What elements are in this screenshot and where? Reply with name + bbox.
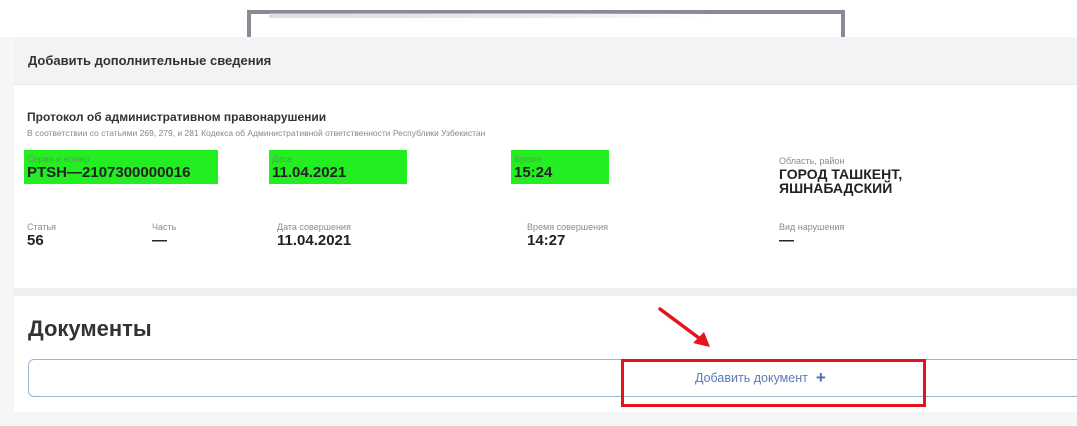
field-article: Статья 56 xyxy=(27,222,56,249)
field-time: Время 15:24 xyxy=(511,150,609,184)
documents-title: Документы xyxy=(28,316,152,341)
background-window-frame xyxy=(247,10,845,38)
bottom-strip xyxy=(0,412,1077,426)
field-value: 11.04.2021 xyxy=(277,232,352,249)
field-value: 56 xyxy=(27,232,44,249)
field-value-line1: ГОРОД ТАШКЕНТ, xyxy=(779,166,903,182)
field-value: 15:24 xyxy=(514,164,553,181)
annotation-arrow-icon xyxy=(658,307,710,347)
field-value: — xyxy=(779,232,794,249)
section-divider xyxy=(14,288,1077,296)
protocol-title: Протокол об административном правонаруше… xyxy=(27,110,327,124)
field-region: Область, район ГОРОД ТАШКЕНТ, ЯШНАБАДСКИ… xyxy=(779,156,902,195)
field-value: 11.04.2021 xyxy=(272,164,347,181)
section-header: Добавить дополнительные сведения xyxy=(14,37,1077,85)
field-value: 14:27 xyxy=(527,232,566,249)
field-commit-date: Дата совершения 11.04.2021 xyxy=(277,222,351,249)
field-value: — xyxy=(152,232,167,249)
field-value-line2: ЯШНАБАДСКИЙ xyxy=(779,180,893,196)
annotation-highlight-box xyxy=(621,359,926,407)
field-date: Дата 11.04.2021 xyxy=(269,150,407,184)
field-part: Часть — xyxy=(152,222,176,249)
protocol-subtitle: В соответствии со статьями 269, 279, и 2… xyxy=(27,128,486,138)
faint-text-line xyxy=(269,13,711,18)
left-gutter xyxy=(0,37,14,426)
field-value: PTSH—2107300000016 xyxy=(27,164,191,181)
field-commit-time: Время совершения 14:27 xyxy=(527,222,608,249)
section-header-title: Добавить дополнительные сведения xyxy=(28,53,272,68)
protocol-card: Протокол об административном правонаруше… xyxy=(14,92,1077,288)
field-violation-type: Вид нарушения — xyxy=(779,222,844,249)
field-series-number: Серия и номер PTSH—2107300000016 xyxy=(24,150,218,184)
